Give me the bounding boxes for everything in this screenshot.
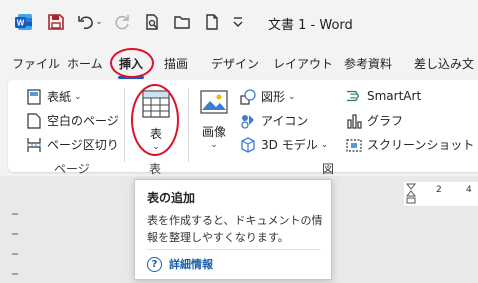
table-chevron-icon: ⌄ [152, 142, 160, 152]
redo-icon[interactable] [113, 12, 131, 32]
smartart-button[interactable]: SmartArt [346, 88, 421, 104]
table-group-label: 表 [149, 162, 162, 176]
blank-page-icon [26, 112, 42, 129]
table-tooltip: 表の追加 表を作成すると、ドキュメントの情報を整理しやすくなります。 ? 詳細情… [134, 179, 332, 280]
new-document-icon[interactable] [203, 12, 221, 32]
document-title: 文書 1 - Word [268, 18, 353, 33]
shapes-button[interactable]: 図形 ⌄ [240, 88, 296, 105]
ruler-number-2: 2 [436, 185, 442, 195]
help-icon: ? [147, 256, 162, 272]
group-separator [124, 88, 125, 162]
shapes-chevron-icon: ⌄ [288, 91, 296, 102]
page-break-label: ページ区切り [47, 138, 119, 152]
shapes-label: 図形 [261, 90, 286, 104]
picture-icon [200, 90, 228, 117]
cover-page-icon [26, 88, 42, 105]
undo-dropdown-chevron-icon[interactable]: ⌄ [95, 17, 103, 27]
3d-models-chevron-icon: ⌄ [320, 139, 329, 150]
group-separator [188, 88, 189, 162]
tooltip-title: 表の追加 [147, 191, 196, 205]
tab-layout[interactable]: レイアウト [273, 55, 333, 72]
screenshot-button[interactable]: スクリーンショット ⌄ [346, 136, 478, 153]
picture-button[interactable]: 画像 ⌄ [196, 88, 232, 154]
icons-label: アイコン [261, 114, 309, 128]
ruler-number-4: 4 [466, 185, 472, 195]
tab-design[interactable]: デザイン [211, 55, 259, 72]
chart-label: グラフ [367, 114, 404, 128]
3d-models-button[interactable]: 3D モデル ⌄ [240, 136, 328, 153]
tooltip-divider [147, 249, 321, 250]
word-app-icon: W [14, 12, 34, 32]
word-icon-letter: W [17, 19, 25, 28]
undo-icon [78, 16, 94, 29]
tab-draw[interactable]: 描画 [164, 55, 188, 72]
cover-page-label: 表紙 [47, 90, 72, 104]
illustrations-group-label: 図 [322, 162, 335, 176]
tooltip-more-info-link[interactable]: ? 詳細情報 [147, 256, 213, 272]
cover-page-button[interactable]: 表紙 ⌄ [26, 88, 82, 105]
smartart-label: SmartArt [367, 89, 422, 103]
screenshot-icon [346, 137, 362, 153]
customize-qat-icon[interactable] [232, 12, 244, 32]
chart-button[interactable]: グラフ [346, 112, 403, 129]
picture-label: 画像 [201, 125, 226, 139]
tab-mailings[interactable]: 差し込み文 [414, 55, 474, 72]
table-button-label: 表 [149, 127, 162, 141]
tab-insert[interactable]: 挿入 [119, 55, 143, 72]
cube-icon [240, 136, 256, 153]
more-info-label: 詳細情報 [169, 258, 213, 271]
page-break-button[interactable]: ページ区切り [26, 136, 119, 153]
page-break-icon [26, 137, 42, 153]
pages-group-label: ページ [54, 162, 90, 176]
vertical-ruler [8, 200, 22, 283]
table-button[interactable]: 表 ⌄ [136, 86, 176, 154]
3d-models-label: 3D モデル [261, 138, 318, 152]
ribbon-tabs: ファイル ホーム 挿入 描画 デザイン レイアウト 参考資料 差し込み文 [0, 50, 478, 79]
table-grid-icon [142, 90, 170, 121]
tooltip-description: 表を作成すると、ドキュメントの情報を整理しやすくなります。 [147, 214, 323, 244]
screenshot-label: スクリーンショット [367, 138, 475, 152]
ribbon-panel: 表紙 ⌄ 空白のページ ページ区切り ページ 表 ⌄ 表 画像 ⌄ 図形 ⌄ ア… [8, 80, 478, 176]
active-tab-indicator [118, 76, 144, 79]
bar-chart-icon [346, 113, 362, 129]
print-preview-icon[interactable] [143, 12, 161, 32]
blank-page-label: 空白のページ [47, 114, 119, 128]
tab-file[interactable]: ファイル [12, 55, 60, 72]
tab-references[interactable]: 参考資料 [344, 55, 392, 72]
cover-page-chevron-icon: ⌄ [74, 91, 82, 102]
icons-button[interactable]: アイコン [240, 112, 308, 129]
open-folder-icon[interactable] [173, 12, 191, 32]
shapes-icon [240, 88, 256, 105]
undo-button[interactable]: ⌄ [76, 12, 104, 32]
tab-home[interactable]: ホーム [67, 55, 103, 72]
horizontal-ruler: 2 4 [404, 182, 478, 206]
blank-page-button[interactable]: 空白のページ [26, 112, 119, 129]
icons-icon [240, 113, 256, 129]
smartart-icon [346, 88, 362, 104]
save-icon[interactable] [47, 12, 65, 32]
title-bar: W ⌄ 文書 1 - Word [0, 0, 478, 44]
picture-chevron-icon: ⌄ [210, 140, 218, 150]
